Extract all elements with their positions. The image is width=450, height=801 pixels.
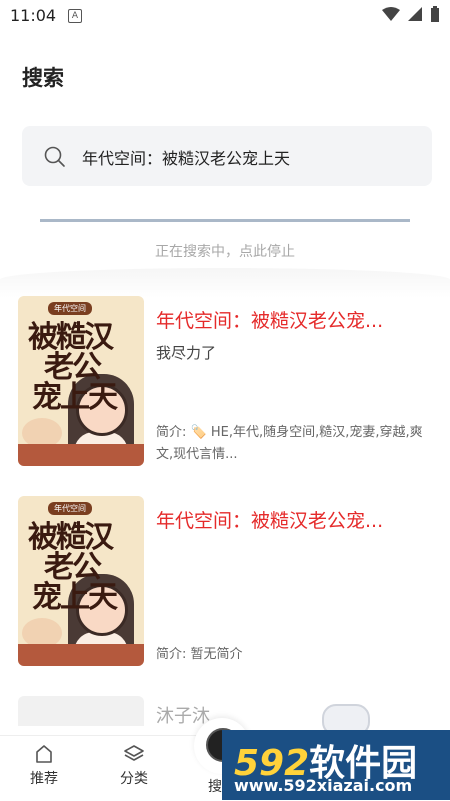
cover-decoration [18,444,144,466]
home-icon [36,745,52,763]
search-progress-fill [40,219,410,222]
result-title[interactable]: 沐子沐 [156,702,210,728]
result-intro: 简介: 🏷️ HE,年代,随身空间,糙汉,宠妻,穿越,爽文,现代言情... [156,425,423,462]
result-item[interactable]: 年代空间 被糙汉 老公 宠上天 年代空间：被糙汉老公宠... 简介: 暂无简介 [18,496,438,666]
search-icon [44,146,65,167]
status-bar: 11:04 A [0,0,450,32]
book-cover[interactable] [18,696,144,726]
result-title[interactable]: 年代空间：被糙汉老公宠... [156,306,436,333]
result-intro: 简介: 暂无简介 [156,647,243,662]
wifi-icon [382,7,400,21]
search-input[interactable]: 年代空间：被糙汉老公宠上天 [22,126,432,186]
watermark: 592软件园 www.592xiazai.com [222,730,450,800]
page-title: 搜索 [22,66,64,90]
book-cover: 年代空间 被糙汉 老公 宠上天 [18,296,144,466]
result-item[interactable]: 年代空间 被糙汉 老公 宠上天 年代空间：被糙汉老公宠... 我尽力了 简介: … [18,296,438,466]
cover-title-line: 宠上天 [32,380,118,415]
cover-title-line: 宠上天 [32,580,118,615]
signal-icon [408,7,422,21]
result-author: 我尽力了 [156,344,217,362]
nav-label: 分类 [120,771,148,787]
nav-item-category[interactable]: 分类 [104,744,164,788]
status-time: 11:04 [10,6,57,25]
nav-label: 搜 [208,779,222,795]
nav-label: 推荐 [30,771,58,787]
cover-decoration [18,644,144,666]
nav-item-recommend[interactable]: 推荐 [14,744,74,788]
book-cover: 年代空间 被糙汉 老公 宠上天 [18,496,144,666]
result-title[interactable]: 年代空间：被糙汉老公宠... [156,506,436,533]
results-panel-edge [0,268,450,298]
status-icons [382,6,440,22]
search-query: 年代空间：被糙汉老公宠上天 [82,149,291,168]
search-progress-bar [40,219,410,222]
watermark-url: www.592xiazai.com [234,776,413,795]
layers-icon [124,745,144,761]
stop-search-link[interactable]: 正在搜索中，点此停止 [0,241,450,261]
status-notification-icon: A [68,9,82,23]
battery-icon [431,6,439,22]
